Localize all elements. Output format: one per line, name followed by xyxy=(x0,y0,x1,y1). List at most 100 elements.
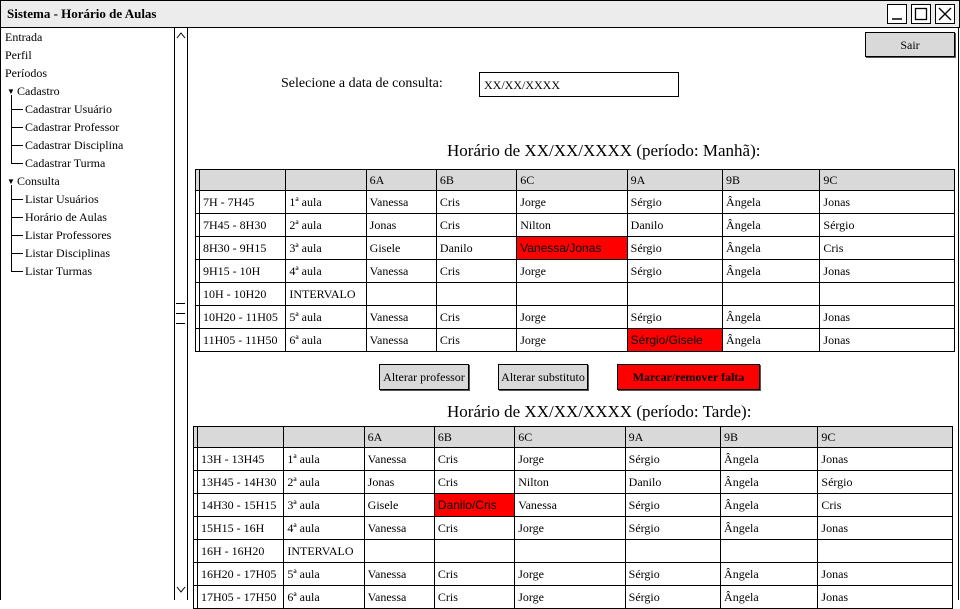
tree-item-cadastro[interactable]: Cadastro xyxy=(17,84,60,99)
teacher-cell[interactable]: Sérgio xyxy=(626,190,724,214)
teacher-cell[interactable]: Sérgio xyxy=(819,213,955,237)
teacher-cell[interactable]: Sérgio xyxy=(624,585,722,609)
teacher-cell[interactable]: Cris xyxy=(435,259,518,283)
sair-button[interactable]: Sair xyxy=(865,32,955,57)
teacher-cell[interactable]: Cris xyxy=(433,585,516,609)
teacher-cell[interactable] xyxy=(365,282,437,306)
marcar-remover-falta-button[interactable]: Marcar/remover falta xyxy=(617,364,760,390)
teacher-cell[interactable]: Jonas xyxy=(817,562,953,586)
teacher-cell[interactable]: Ângela xyxy=(722,259,821,283)
teacher-cell[interactable]: Cris xyxy=(819,236,955,260)
tree-item-listar-disciplinas[interactable]: Listar Disciplinas xyxy=(25,246,110,261)
date-query-input[interactable]: XX/XX/XXXX xyxy=(479,72,679,97)
teacher-cell[interactable]: Sérgio xyxy=(626,259,724,283)
teacher-cell[interactable]: Jonas xyxy=(817,447,953,471)
teacher-cell[interactable] xyxy=(624,539,722,563)
teacher-cell[interactable]: Vanessa xyxy=(363,447,435,471)
teacher-cell[interactable]: Jorge xyxy=(514,562,626,586)
teacher-cell[interactable]: Ângela xyxy=(722,305,821,329)
teacher-cell[interactable]: Vanessa xyxy=(365,190,437,214)
tree-item-listar-professores[interactable]: Listar Professores xyxy=(25,228,111,243)
teacher-cell[interactable]: Danilo xyxy=(435,236,518,260)
teacher-cell[interactable] xyxy=(435,282,518,306)
teacher-cell[interactable] xyxy=(514,539,626,563)
teacher-cell[interactable] xyxy=(722,282,821,306)
teacher-cell[interactable]: Vanessa xyxy=(514,493,626,517)
teacher-cell[interactable]: Jorge xyxy=(516,328,628,352)
teacher-cell[interactable]: Cris xyxy=(435,213,518,237)
teacher-cell[interactable]: Vanessa xyxy=(365,259,437,283)
teacher-cell[interactable]: Nilton xyxy=(514,470,626,494)
teacher-cell[interactable]: Danilo/Cris xyxy=(433,493,516,517)
teacher-cell[interactable]: Jonas xyxy=(819,328,955,352)
scroll-down-icon[interactable] xyxy=(175,584,187,596)
teacher-cell[interactable]: Sérgio xyxy=(626,236,724,260)
teacher-cell[interactable]: Ângela xyxy=(722,328,821,352)
teacher-cell[interactable]: Cris xyxy=(433,562,516,586)
tree-item-periodos[interactable]: Períodos xyxy=(5,66,47,81)
teacher-cell[interactable]: Jonas xyxy=(819,190,955,214)
teacher-cell[interactable]: Jorge xyxy=(516,305,628,329)
teacher-cell[interactable]: Sérgio xyxy=(624,493,722,517)
teacher-cell[interactable]: Sérgio xyxy=(624,447,722,471)
teacher-cell[interactable]: Vanessa/Jonas xyxy=(516,236,628,260)
teacher-cell[interactable]: Ângela xyxy=(722,236,821,260)
teacher-cell[interactable]: Ângela xyxy=(720,562,819,586)
teacher-cell[interactable] xyxy=(819,282,955,306)
teacher-cell[interactable]: Cris xyxy=(817,493,953,517)
teacher-cell[interactable]: Cris xyxy=(433,447,516,471)
teacher-cell[interactable]: Jonas xyxy=(817,516,953,540)
teacher-cell[interactable] xyxy=(626,282,724,306)
teacher-cell[interactable]: Jorge xyxy=(514,447,626,471)
teacher-cell[interactable]: Ângela xyxy=(720,493,819,517)
alterar-substituto-button[interactable]: Alterar substituto xyxy=(498,364,588,390)
teacher-cell[interactable]: Jorge xyxy=(514,585,626,609)
minimize-button[interactable] xyxy=(887,4,907,24)
teacher-cell[interactable]: Gisele xyxy=(365,236,437,260)
tree-item-cadastrar-professor[interactable]: Cadastrar Professor xyxy=(25,120,119,135)
teacher-cell[interactable]: Danilo xyxy=(626,213,724,237)
tree-item-cadastrar-turma[interactable]: Cadastrar Turma xyxy=(25,156,105,171)
teacher-cell[interactable]: Jorge xyxy=(516,190,628,214)
teacher-cell[interactable]: Jorge xyxy=(514,516,626,540)
teacher-cell[interactable]: Cris xyxy=(433,516,516,540)
teacher-cell[interactable] xyxy=(516,282,628,306)
teacher-cell[interactable]: Jonas xyxy=(819,305,955,329)
tree-item-consulta[interactable]: Consulta xyxy=(17,174,60,189)
teacher-cell[interactable]: Sérgio xyxy=(817,470,953,494)
teacher-cell[interactable]: Ângela xyxy=(720,516,819,540)
close-button[interactable] xyxy=(935,4,955,24)
tree-item-perfil[interactable]: Perfil xyxy=(5,48,32,63)
teacher-cell[interactable]: Danilo xyxy=(624,470,722,494)
tree-item-cadastrar-disciplina[interactable]: Cadastrar Disciplina xyxy=(25,138,123,153)
teacher-cell[interactable]: Ângela xyxy=(722,213,821,237)
tree-item-cadastrar-usuario[interactable]: Cadastrar Usuário xyxy=(25,102,112,117)
teacher-cell[interactable]: Vanessa xyxy=(363,585,435,609)
teacher-cell[interactable]: Cris xyxy=(435,305,518,329)
teacher-cell[interactable]: Jonas xyxy=(817,585,953,609)
teacher-cell[interactable] xyxy=(363,539,435,563)
tree-item-listar-usuarios[interactable]: Listar Usuários xyxy=(25,192,99,207)
teacher-cell[interactable]: Ângela xyxy=(722,190,821,214)
teacher-cell[interactable]: Vanessa xyxy=(365,305,437,329)
maximize-button[interactable] xyxy=(911,4,931,24)
teacher-cell[interactable] xyxy=(433,539,516,563)
teacher-cell[interactable]: Vanessa xyxy=(363,516,435,540)
teacher-cell[interactable]: Sérgio xyxy=(626,305,724,329)
alterar-professor-button[interactable]: Alterar professor xyxy=(379,364,469,390)
teacher-cell[interactable]: Nilton xyxy=(516,213,628,237)
tree-item-listar-turmas[interactable]: Listar Turmas xyxy=(25,264,92,279)
teacher-cell[interactable]: Sérgio/Gisele xyxy=(626,328,724,352)
teacher-cell[interactable] xyxy=(817,539,953,563)
teacher-cell[interactable]: Cris xyxy=(435,190,518,214)
teacher-cell[interactable]: Gisele xyxy=(363,493,435,517)
teacher-cell[interactable]: Jonas xyxy=(819,259,955,283)
teacher-cell[interactable]: Ângela xyxy=(720,470,819,494)
tree-item-entrada[interactable]: Entrada xyxy=(5,30,42,45)
teacher-cell[interactable]: Sérgio xyxy=(624,516,722,540)
scroll-up-icon[interactable] xyxy=(175,29,187,41)
tree-item-horario-de-aulas[interactable]: Horário de Aulas xyxy=(25,210,107,225)
teacher-cell[interactable]: Ângela xyxy=(720,585,819,609)
teacher-cell[interactable]: Vanessa xyxy=(365,328,437,352)
teacher-cell[interactable]: Jonas xyxy=(363,470,435,494)
